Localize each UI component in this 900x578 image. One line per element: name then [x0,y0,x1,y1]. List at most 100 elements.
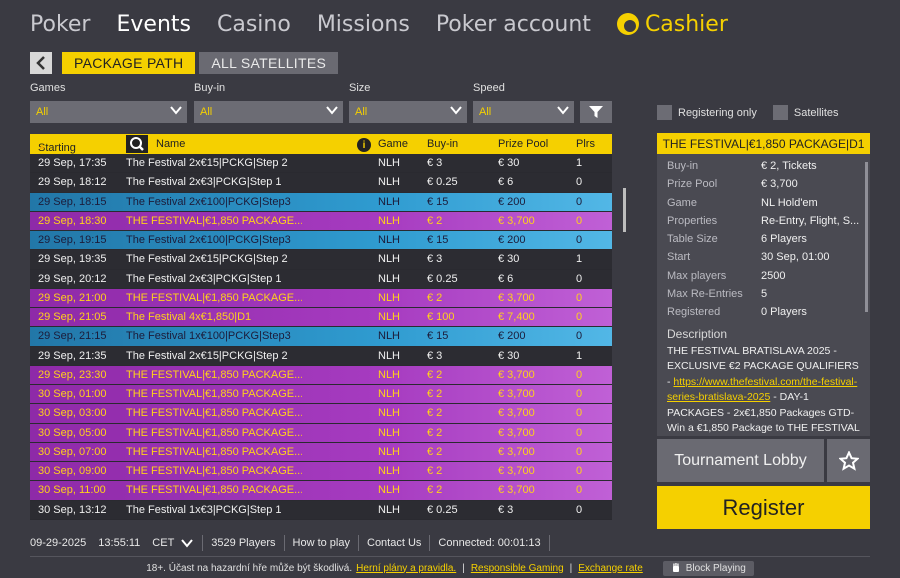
timezone-select[interactable]: CET [152,537,194,549]
row-players: 0 [576,368,583,381]
contact-us-link[interactable]: Contact Us [367,537,421,549]
row-players: 0 [576,426,583,439]
divider [358,535,359,551]
row-start-time: 30 Sep, 03:00 [38,407,107,420]
row-players: 0 [576,388,583,400]
detail-row: Registered 0 Players [667,306,860,324]
table-row[interactable]: 29 Sep, 21:00 THE FESTIVAL|€1,850 PACKAGE… [30,288,612,308]
table-row[interactable]: 29 Sep, 23:30 THE FESTIVAL|€1,850 PACKAGE… [30,365,612,385]
register-button[interactable]: Register [657,486,870,529]
table-row[interactable]: 30 Sep, 11:00 THE FESTIVAL|€1,850 PACKAGE… [30,481,612,501]
row-buyin: € 2 [427,484,443,497]
nav-poker-account[interactable]: Poker account [436,12,591,37]
table-row[interactable]: 29 Sep, 17:35 The Festival 2x€15|PCKG|Ste… [30,154,612,174]
col-game[interactable]: Game [378,138,408,150]
row-prize-pool: € 3,700 [498,407,535,420]
row-players: 1 [576,349,583,362]
row-buyin: € 0.25 [427,272,458,285]
row-buyin: € 2 [427,388,443,400]
responsible-gaming-link[interactable]: Responsible Gaming [471,563,564,574]
col-plrs[interactable]: Plrs [576,138,595,150]
row-start-time: 29 Sep, 21:00 [38,291,107,304]
table-scrollbar[interactable] [623,188,626,232]
row-game: NLH [378,330,401,343]
buyin-filter-label: Buy-in [194,82,226,94]
table-row[interactable]: 29 Sep, 21:15 The Festival 1x€100|PCKG|St… [30,327,612,347]
row-name: THE FESTIVAL|€1,850 PACKAGE... [126,407,302,420]
funnel-icon [589,106,603,118]
nav-missions[interactable]: Missions [317,12,410,37]
table-row[interactable]: 29 Sep, 18:30 THE FESTIVAL|€1,850 PACKAGE… [30,211,612,231]
nav-events[interactable]: Events [116,12,191,37]
table-row[interactable]: 30 Sep, 09:00 THE FESTIVAL|€1,850 PACKAGE… [30,462,612,482]
nav-cashier[interactable]: Cashier [616,12,728,37]
row-game: NLH [378,234,401,246]
info-icon[interactable]: i [357,138,371,152]
gambling-warning: 18+. Účast na hazardní hře může být škod… [146,562,353,574]
satellites-checkbox[interactable] [772,105,788,120]
table-row[interactable]: 30 Sep, 01:00 THE FESTIVAL|€1,850 PACKAGE… [30,385,612,405]
row-players: 1 [576,253,583,266]
games-select[interactable]: All [30,101,187,123]
table-row[interactable]: 29 Sep, 19:15 The Festival 2x€100|PCKG|St… [30,231,612,251]
filter-button[interactable] [580,101,612,123]
row-game: NLH [378,272,401,285]
row-name: The Festival 2x€3|PCKG|Step 1 [126,176,282,189]
row-game: NLH [378,253,401,266]
divider: | [462,562,465,574]
detail-row: Max players 2500 [667,270,860,288]
row-players: 0 [576,176,583,189]
registering-only-checkbox[interactable] [657,105,672,120]
col-prize-pool[interactable]: Prize Pool [498,138,548,150]
row-start-time: 30 Sep, 11:00 [38,484,106,497]
table-row[interactable]: 29 Sep, 21:05The Festival 4x€1,850|D1↺FT… [30,308,612,328]
col-name[interactable]: Name [156,138,185,150]
row-name: The Festival 2x€15|PCKG|Step 2 [126,157,288,169]
size-select[interactable]: All [349,101,467,123]
favorite-button[interactable] [827,439,870,482]
row-buyin: € 0.25 [427,503,458,516]
game-plans-link[interactable]: Herní plány a pravidla. [356,563,456,574]
back-button[interactable] [30,52,52,74]
table-row[interactable]: 30 Sep, 13:12 The Festival 1x€3|PCKG|Step… [30,500,612,520]
description-link[interactable]: https://www.thefestival.com/the-festival… [667,376,857,404]
nav-poker[interactable]: Poker [30,12,90,37]
block-playing-button[interactable]: Block Playing [662,560,754,576]
row-name: The Festival 2x€15|PCKG|Step 2 [126,253,288,266]
row-game: NLH [378,157,401,169]
divider [548,535,550,551]
tab-package-path[interactable]: PACKAGE PATH [62,52,196,74]
tournament-lobby-button[interactable]: Tournament Lobby [657,439,824,482]
table-row[interactable]: 30 Sep, 03:00 THE FESTIVAL|€1,850 PACKAGE… [30,404,612,424]
how-to-play-link[interactable]: How to play [293,537,350,549]
table-row[interactable]: 30 Sep, 07:00 THE FESTIVAL|€1,850 PACKAGE… [30,442,612,462]
status-time: 13:55:11 [98,537,141,549]
exchange-rate-link[interactable]: Exchange rate [578,563,643,574]
table-row[interactable]: 30 Sep, 05:00 THE FESTIVAL|€1,850 PACKAGE… [30,423,612,443]
row-start-time: 29 Sep, 18:30 [38,214,107,227]
nav-casino[interactable]: Casino [217,12,291,37]
detail-row: Game NL Hold'em [667,197,860,215]
row-buyin: € 15 [427,195,449,208]
chevron-down-icon [326,106,338,115]
panel-scrollbar[interactable] [865,162,868,312]
buyin-select[interactable]: All [194,101,343,123]
chip-icon [616,13,639,35]
table-row[interactable]: 29 Sep, 20:12 The Festival 2x€3|PCKG|Step… [30,269,612,289]
row-game: NLH [378,214,401,227]
speed-select-value: All [479,106,492,118]
size-select-value: All [355,106,368,118]
row-buyin: € 2 [427,291,443,304]
row-name: THE FESTIVAL|€1,850 PACKAGE... [126,484,302,497]
row-prize-pool: € 6 [498,272,514,285]
table-row[interactable]: 29 Sep, 21:35 The Festival 2x€15|PCKG|Ste… [30,346,612,366]
row-name: THE FESTIVAL|€1,850 PACKAGE... [126,426,302,439]
table-row[interactable]: 29 Sep, 19:35 The Festival 2x€15|PCKG|Ste… [30,250,612,270]
tab-all-satellites[interactable]: ALL SATELLITES [199,52,339,74]
table-row[interactable]: 29 Sep, 18:15 The Festival 2x€100|PCKG|St… [30,192,612,212]
detail-value: 6 Players [761,233,807,246]
col-buyin[interactable]: Buy-in [427,138,458,150]
speed-select[interactable]: All [473,101,574,123]
search-button[interactable] [126,135,148,153]
table-row[interactable]: 29 Sep, 18:12 The Festival 2x€3|PCKG|Step… [30,173,612,193]
